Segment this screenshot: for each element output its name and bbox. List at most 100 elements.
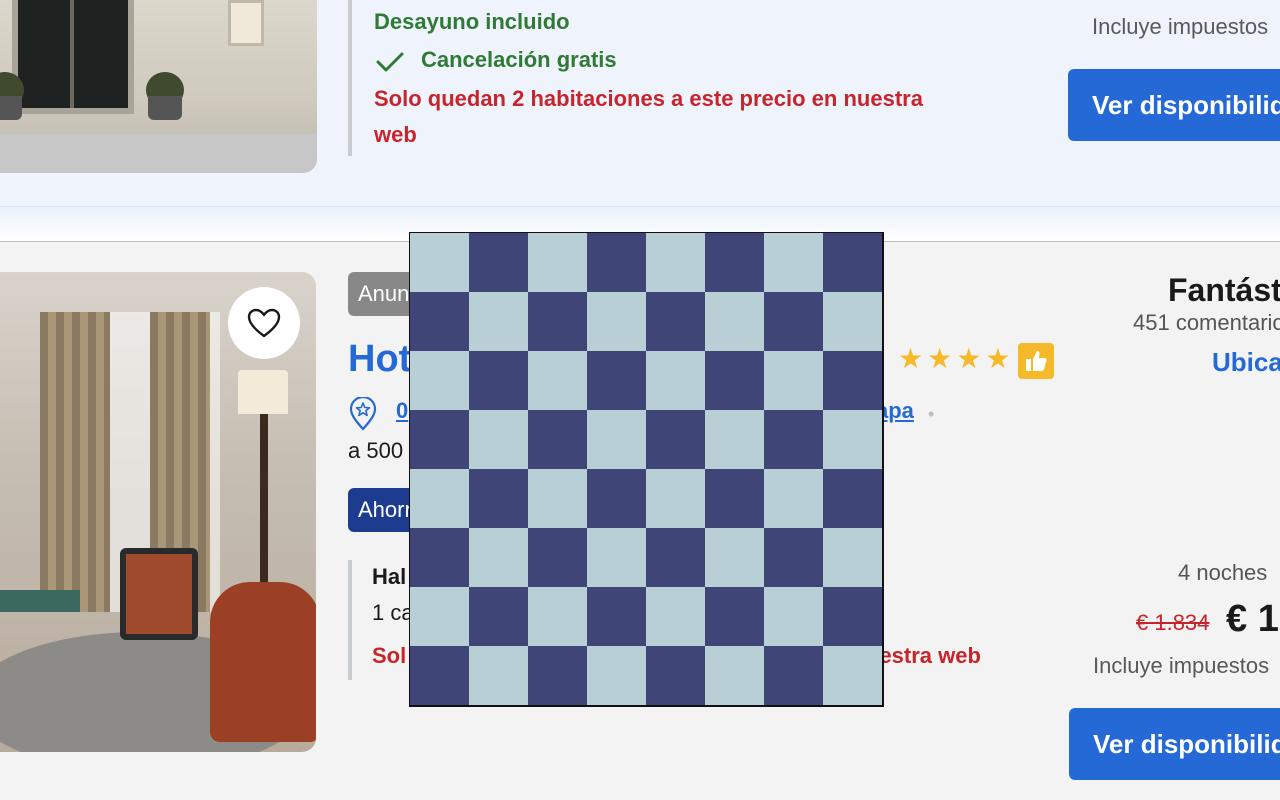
breakfast-included: Desayuno incluido [374, 9, 570, 34]
review-score-word[interactable]: Fantástico [1168, 272, 1280, 309]
checker-cell [528, 351, 587, 410]
view-availability-button[interactable]: Ver disponibilidad [1068, 69, 1280, 141]
checker-cell [823, 410, 882, 469]
checker-cell [705, 351, 764, 410]
check-icon [376, 52, 404, 72]
star-icon: ★ [927, 343, 953, 374]
checker-cell [528, 292, 587, 351]
free-cancellation: Cancelación gratis [421, 47, 617, 72]
sidewalk [0, 134, 317, 173]
checker-cell [646, 587, 705, 646]
checker-cell [705, 469, 764, 528]
checker-cell [528, 410, 587, 469]
room-name: Hal [372, 564, 407, 589]
checker-cell [587, 292, 646, 351]
checker-cell [705, 233, 764, 292]
checker-cell [764, 469, 823, 528]
star-icon: ★ [898, 343, 924, 374]
room-scarcity-message: Sol [372, 643, 407, 668]
checker-cell [823, 528, 882, 587]
checker-cell [646, 233, 705, 292]
checker-cell [587, 233, 646, 292]
checker-cell [764, 410, 823, 469]
stay-length: 4 noches [1178, 560, 1268, 585]
original-price: € 1.834 [1136, 610, 1210, 635]
top-hotel-card: Desayuno incluido Cancelación gratis Sol… [0, 0, 1280, 206]
tax-note: Incluye impuestos [1092, 14, 1269, 39]
location-score-link[interactable]: Ubicación [1212, 347, 1280, 378]
plant-pot [0, 96, 22, 120]
checker-cell [705, 292, 764, 351]
tax-note: Incluye impuestos [1093, 653, 1270, 678]
review-count: 451 comentarios [1133, 310, 1280, 335]
checker-cell [764, 646, 823, 705]
checker-cell [410, 587, 469, 646]
checker-cell [587, 351, 646, 410]
curtain [40, 312, 110, 612]
checker-cell [705, 587, 764, 646]
checker-cell [764, 233, 823, 292]
checker-cell [410, 469, 469, 528]
star-rating: ★ ★ ★ ★ [898, 342, 1010, 376]
checker-cell [823, 469, 882, 528]
current-price: € 1 [1226, 598, 1279, 640]
hotel-photo-entrance[interactable] [0, 0, 317, 173]
checker-cell [646, 351, 705, 410]
plant-pot [148, 96, 182, 120]
window [228, 0, 264, 46]
checker-cell [528, 587, 587, 646]
checker-cell [764, 587, 823, 646]
floor-lamp-shade [238, 370, 288, 414]
checker-cell [469, 410, 528, 469]
checker-cell [823, 292, 882, 351]
checker-cell [469, 646, 528, 705]
scarcity-message: Solo quedan 2 habitaciones a este precio… [374, 81, 1034, 153]
checker-cell [528, 646, 587, 705]
checker-cell [764, 528, 823, 587]
checker-cell [410, 646, 469, 705]
checker-cell [587, 469, 646, 528]
checker-cell [469, 351, 528, 410]
checker-cell [646, 646, 705, 705]
checker-cell [646, 292, 705, 351]
checker-cell [587, 646, 646, 705]
location-pin-icon [349, 397, 377, 431]
checker-cell [469, 292, 528, 351]
star-icon: ★ [956, 343, 982, 374]
entrance-door [12, 0, 134, 114]
checker-cell [469, 469, 528, 528]
checker-cell [410, 528, 469, 587]
checker-cell [469, 528, 528, 587]
distance-text: a 500 [348, 438, 404, 463]
checker-cell [410, 351, 469, 410]
checker-cell [410, 233, 469, 292]
checker-cell [469, 233, 528, 292]
room-info-divider [348, 560, 352, 680]
checker-cell [705, 410, 764, 469]
thumbs-up-icon [1018, 343, 1054, 379]
heart-icon [247, 308, 281, 338]
checker-cell [646, 469, 705, 528]
checker-cell [528, 528, 587, 587]
checker-cell [705, 528, 764, 587]
checker-cell [410, 292, 469, 351]
checker-cell [528, 233, 587, 292]
checker-cell [528, 469, 587, 528]
view-availability-button[interactable]: Ver disponibilidad [1069, 708, 1280, 780]
checker-cell [764, 292, 823, 351]
checker-cell [587, 410, 646, 469]
checker-cell [646, 528, 705, 587]
separator-dot: • [928, 404, 935, 424]
side-chair [120, 548, 198, 640]
bench [0, 590, 80, 612]
armchair [210, 582, 316, 742]
scarcity-line-2: web [374, 122, 417, 147]
checker-cell [823, 351, 882, 410]
checker-cell [587, 528, 646, 587]
checker-cell [764, 351, 823, 410]
checker-cell [469, 587, 528, 646]
checkerboard-overlay [409, 232, 884, 707]
star-icon: ★ [985, 343, 1011, 374]
scarcity-line-1: Solo quedan 2 habitaciones a este precio… [374, 86, 923, 111]
favorite-button[interactable] [228, 287, 300, 359]
